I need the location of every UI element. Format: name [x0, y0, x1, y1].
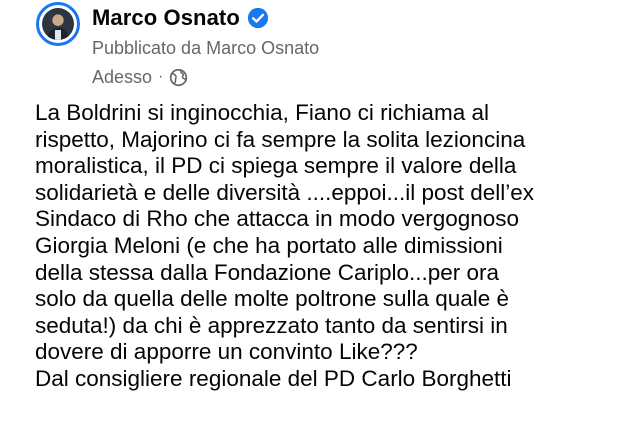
post-text-line: Dal consigliere regionale del PD Carlo B…	[35, 365, 512, 391]
meta-separator: ·	[158, 68, 164, 85]
post-text-line: della stessa dalla Fondazione Cariplo...…	[35, 259, 500, 285]
post-meta: Adesso ·	[92, 66, 188, 88]
globe-icon[interactable]	[169, 68, 188, 87]
post-timestamp[interactable]: Adesso	[92, 67, 152, 88]
post-text-line: La Boldrini si inginocchia, Fiano ci ric…	[35, 100, 489, 125]
author-name[interactable]: Marco Osnato	[92, 5, 240, 31]
post-text-line: moralistica, il PD ci spiega sempre il v…	[35, 153, 517, 179]
post-body: La Boldrini si inginocchia, Fiano ci ric…	[35, 100, 635, 393]
post-text-line: Sindaco di Rho che attacca in modo vergo…	[35, 206, 520, 232]
post-text-line: Giorgia Meloni (e che ha portato alle di…	[35, 232, 503, 258]
verified-badge-icon	[247, 7, 268, 29]
post-text-line: dovere di apporre un convinto Like???	[35, 339, 418, 365]
published-by-label: Pubblicato da Marco Osnato	[92, 38, 320, 58]
post-text-line: solo da quella delle molte poltrone sull…	[35, 286, 510, 312]
avatar-photo	[42, 8, 74, 40]
post-text-line: seduta!) da chi è apprezzato tanto da se…	[35, 312, 508, 338]
post-text-line: rispetto, Majorino ci fa sempre la solit…	[35, 126, 526, 152]
post-header: Marco Osnato	[92, 3, 269, 33]
facebook-post: Marco Osnato Pubblicato da Marco Osnato …	[0, 0, 640, 431]
avatar[interactable]	[36, 2, 80, 46]
post-text-line: solidarietà e delle diversità ....eppoi.…	[35, 179, 535, 205]
